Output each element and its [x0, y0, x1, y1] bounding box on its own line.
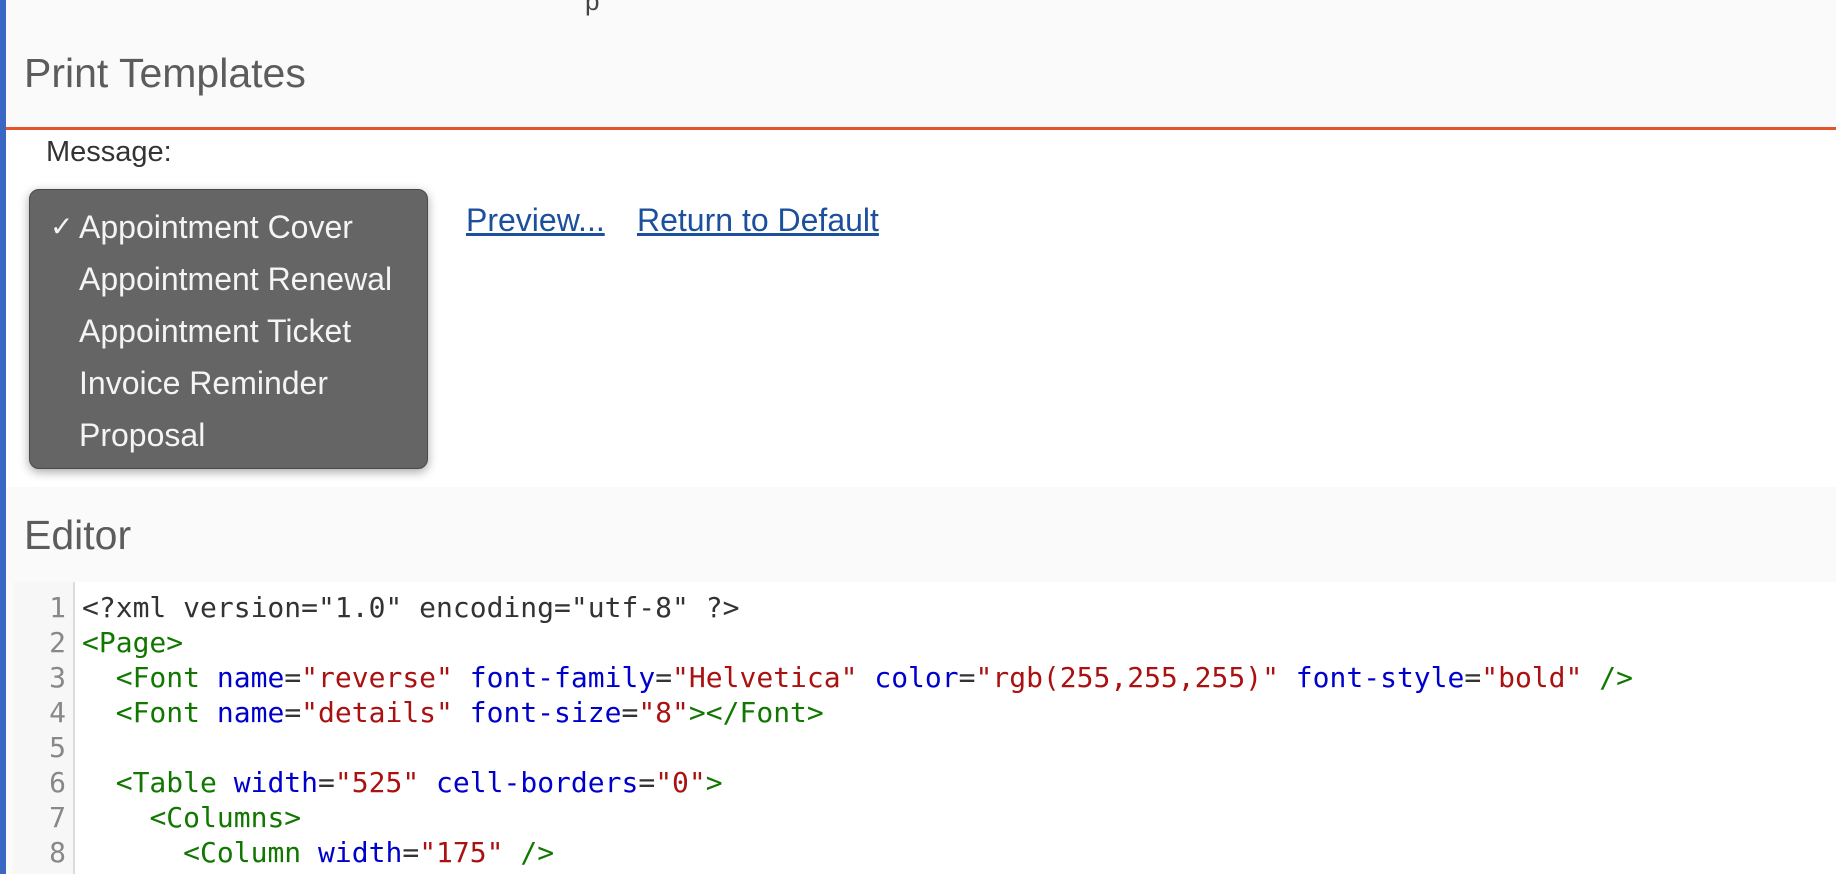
dropdown-option[interactable]: Appointment Ticket: [30, 305, 427, 357]
code-line: 7 <Columns>: [14, 800, 1836, 835]
code-text: <Column width="175" />: [183, 836, 555, 869]
line-number: 7: [49, 801, 66, 834]
code-text: <Font name="details" font-size="8"></Fon…: [115, 696, 824, 729]
line-number: 5: [49, 731, 66, 764]
line-number: 4: [49, 696, 66, 729]
message-select-dropdown[interactable]: ✓ Appointment Cover Appointment Renewal App…: [29, 189, 428, 469]
line-number: 3: [49, 661, 66, 694]
preview-link[interactable]: Preview...: [466, 202, 605, 239]
dropdown-option-label: Proposal: [79, 417, 206, 453]
return-to-default-link[interactable]: Return to Default: [637, 202, 879, 239]
code-text: <Columns>: [149, 801, 302, 834]
dropdown-option-label: Invoice Reminder: [79, 365, 328, 401]
dropdown-option[interactable]: ✓ Appointment Cover: [30, 201, 427, 253]
code-line: 8 <Column width="175" />: [14, 835, 1836, 870]
code-line: 4 <Font name="details" font-size="8"></F…: [14, 695, 1836, 730]
code-editor[interactable]: 1 <?xml version="1.0" encoding="utf-8" ?>…: [14, 582, 1836, 874]
section-title-print-templates: Print Templates: [24, 50, 306, 96]
dropdown-option[interactable]: Proposal: [30, 409, 427, 461]
code-line: 1 <?xml version="1.0" encoding="utf-8" ?>: [14, 590, 1836, 625]
checkmark-icon: ✓: [50, 211, 74, 242]
code-line: 3 <Font name="reverse" font-family="Helv…: [14, 660, 1836, 695]
code-text: <Table width="525" cell-borders="0">: [115, 766, 723, 799]
clipped-header-text: p: [585, 0, 600, 16]
code-text: <?xml version="1.0" encoding="utf-8" ?>: [82, 591, 740, 624]
code-line: 5: [14, 730, 1836, 765]
code-text: <Font name="reverse" font-family="Helvet…: [115, 661, 1633, 694]
code-line: 6 <Table width="525" cell-borders="0">: [14, 765, 1836, 800]
line-number: 1: [49, 591, 66, 624]
code-line: 2 <Page>: [14, 625, 1836, 660]
dropdown-option[interactable]: Appointment Renewal: [30, 253, 427, 305]
line-number: 8: [49, 836, 66, 869]
dropdown-option-label: Appointment Renewal: [79, 261, 393, 297]
dropdown-option[interactable]: Invoice Reminder: [30, 357, 427, 409]
code-text: <Page>: [82, 626, 184, 659]
message-label: Message:: [46, 136, 172, 168]
dropdown-option-label: Appointment Ticket: [79, 313, 352, 349]
line-number: 6: [49, 766, 66, 799]
section-title-editor: Editor: [24, 512, 132, 558]
line-number: 2: [49, 626, 66, 659]
dropdown-option-label: Appointment Cover: [79, 209, 353, 245]
